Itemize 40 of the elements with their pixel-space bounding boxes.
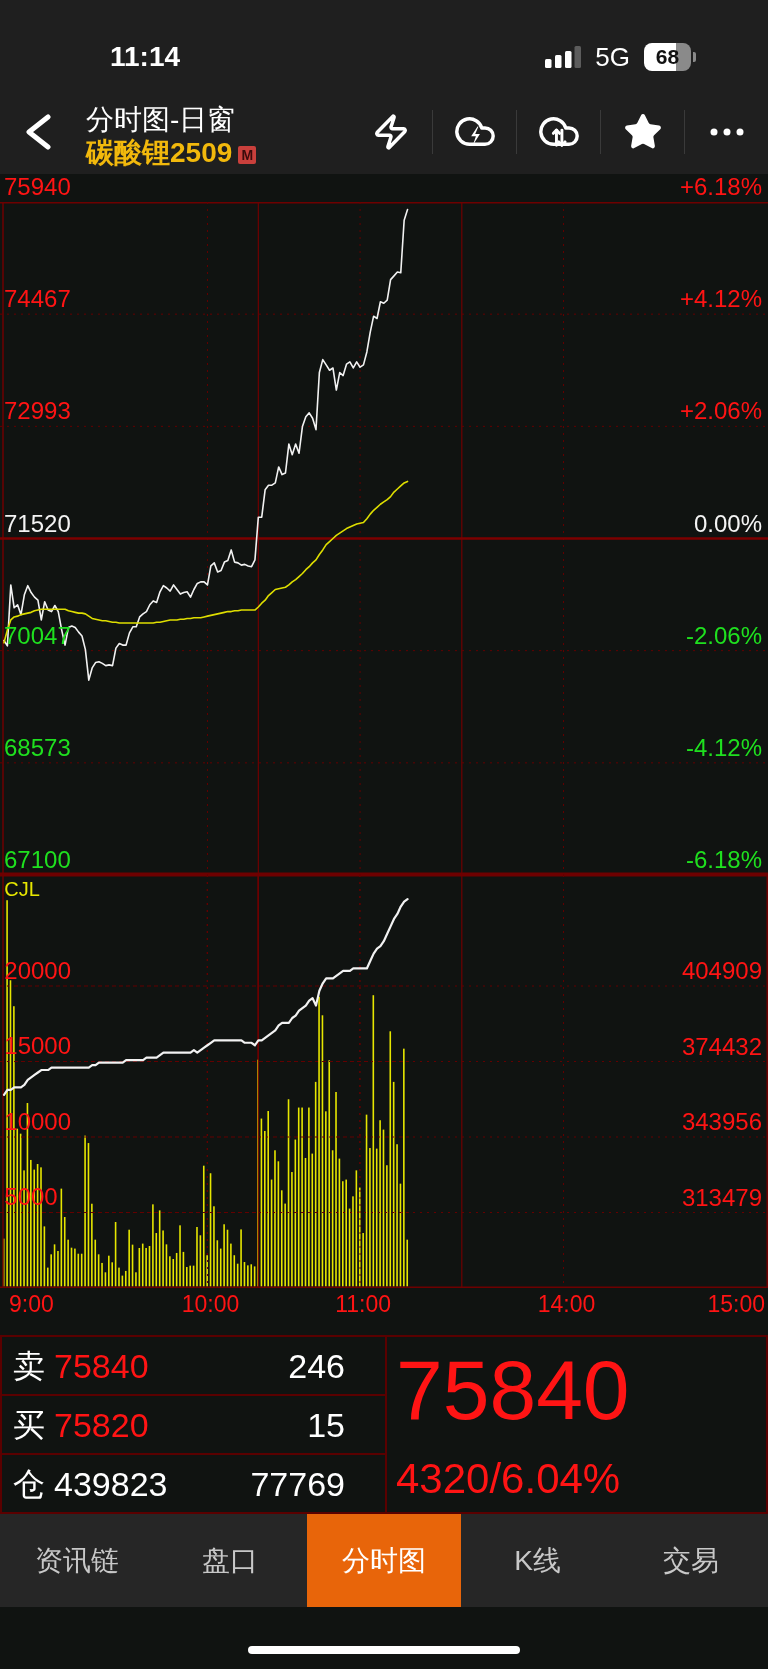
indicator-label: CJL bbox=[4, 879, 40, 899]
page-title: 分时图-日窗 bbox=[86, 104, 237, 136]
percent-axis-label: -2.06% bbox=[685, 623, 762, 648]
row-quantity: 15 bbox=[307, 1405, 345, 1444]
price-axis-label: 67100 bbox=[4, 848, 71, 872]
percent-axis-label: +6.18% bbox=[679, 175, 762, 199]
price-axis-label: 75940 bbox=[4, 175, 71, 199]
percent-axis-label: -4.12% bbox=[685, 735, 762, 760]
price-axis-label: 74467 bbox=[4, 287, 71, 312]
price-axis-label: 72993 bbox=[4, 399, 71, 424]
time-axis-label: 9:00 bbox=[9, 1293, 54, 1316]
time-axis-label: 11:00 bbox=[335, 1293, 391, 1316]
open-interest-axis-label: 343956 bbox=[681, 1110, 762, 1134]
percent-axis-label: +2.06% bbox=[679, 399, 762, 424]
price-change: 4320/6.04% bbox=[396, 1456, 622, 1502]
open-interest-axis-label: 404909 bbox=[681, 959, 762, 983]
row-label: 卖 bbox=[13, 1347, 45, 1384]
row-quantity: 246 bbox=[288, 1346, 345, 1385]
status-time: 11:14 bbox=[110, 41, 181, 73]
percent-axis-label: +4.12% bbox=[679, 287, 762, 312]
row-price: 75820 bbox=[54, 1405, 149, 1444]
percent-axis-label: -6.18% bbox=[685, 848, 762, 872]
price-axis-label: 71520 bbox=[4, 511, 71, 536]
row-label: 买 bbox=[13, 1406, 45, 1443]
last-price: 75840 bbox=[396, 1345, 631, 1435]
row-label: 仓 bbox=[13, 1465, 45, 1502]
time-axis-label: 10:00 bbox=[181, 1293, 240, 1316]
contract-name: 碳酸锂2509 bbox=[86, 136, 233, 170]
open-interest-axis-label: 313479 bbox=[681, 1185, 762, 1210]
row-price: 75840 bbox=[54, 1346, 149, 1385]
time-axis-label: 15:00 bbox=[707, 1293, 765, 1316]
time-axis-label: 14:00 bbox=[537, 1293, 596, 1316]
market-badge: M bbox=[238, 146, 257, 164]
network-label: 5G bbox=[595, 42, 630, 72]
row-quantity: 77769 bbox=[250, 1464, 345, 1503]
battery-indicator: 68 bbox=[644, 43, 696, 71]
row-price: 439823 bbox=[54, 1464, 168, 1503]
percent-axis-label: 0.00% bbox=[693, 511, 762, 536]
price-axis-label: 68573 bbox=[4, 735, 71, 760]
open-interest-axis-label: 374432 bbox=[681, 1034, 762, 1059]
